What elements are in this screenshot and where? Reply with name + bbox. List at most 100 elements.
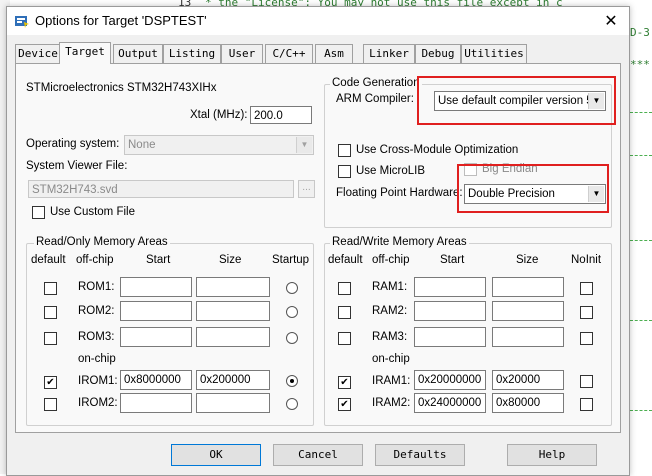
- ram1-label: RAM1:: [372, 281, 408, 293]
- ram2-size-input[interactable]: [492, 301, 564, 321]
- irom2-default-checkbox[interactable]: [44, 398, 57, 411]
- irom1-startup-radio[interactable]: [286, 375, 298, 387]
- rom-header-start: Start: [146, 254, 171, 266]
- os-value: None: [128, 139, 156, 151]
- irom2-start-input[interactable]: [120, 393, 192, 413]
- title-bar: Options for Target 'DSPTEST' ✕: [7, 7, 629, 35]
- rom1-label: ROM1:: [78, 281, 115, 293]
- irom1-label: IROM1:: [78, 375, 118, 387]
- ram1-noinit-checkbox[interactable]: [580, 282, 593, 295]
- rom2-default-checkbox[interactable]: [44, 306, 57, 319]
- irom1-size-input[interactable]: 0x200000: [196, 370, 270, 390]
- iram1-default-checkbox[interactable]: ✔: [338, 376, 351, 389]
- ram3-noinit-checkbox[interactable]: [580, 332, 593, 345]
- fpu-label: Floating Point Hardware:: [336, 187, 463, 199]
- rom2-startup-radio[interactable]: [286, 306, 298, 318]
- xtal-input[interactable]: 200.0: [250, 106, 312, 124]
- iram1-start-input[interactable]: 0x20000000: [414, 370, 486, 390]
- tab-linker[interactable]: Linker: [363, 44, 415, 63]
- rom-header-size: Size: [219, 254, 242, 266]
- ram3-size-input[interactable]: [492, 327, 564, 347]
- device-name: STMicroelectronics STM32H743XIHx: [26, 82, 217, 94]
- rom-header-default: default: [31, 254, 66, 266]
- rom3-default-checkbox[interactable]: [44, 332, 57, 345]
- irom1-start-input[interactable]: 0x8000000: [120, 370, 192, 390]
- rom3-startup-radio[interactable]: [286, 332, 298, 344]
- rom3-size-input[interactable]: [196, 327, 270, 347]
- ram1-size-input[interactable]: [492, 277, 564, 297]
- iram2-start-input[interactable]: 0x24000000: [414, 393, 486, 413]
- target-tab-panel: STMicroelectronics STM32H743XIHx Xtal (M…: [15, 63, 621, 433]
- use-custom-file-checkbox[interactable]: [32, 206, 45, 219]
- code-generation-title: Code Generation: [330, 77, 422, 89]
- ram2-start-input[interactable]: [414, 301, 486, 321]
- defaults-button[interactable]: Defaults: [375, 444, 465, 466]
- ram3-label: RAM3:: [372, 331, 408, 343]
- help-button[interactable]: Help: [507, 444, 597, 466]
- tab-device[interactable]: Device: [15, 44, 61, 63]
- tab-listing[interactable]: Listing: [163, 44, 221, 63]
- svd-label: System Viewer File:: [26, 160, 128, 172]
- rom-header-offchip: off-chip: [76, 254, 114, 266]
- rom-group-title: Read/Only Memory Areas: [34, 236, 170, 248]
- rom-header-startup: Startup: [272, 254, 310, 266]
- irom2-label: IROM2:: [78, 397, 118, 409]
- rom2-size-input[interactable]: [196, 301, 270, 321]
- iram1-noinit-checkbox[interactable]: [580, 375, 593, 388]
- close-icon[interactable]: ✕: [601, 11, 621, 31]
- tab-c-cpp[interactable]: C/C++: [265, 44, 313, 63]
- cancel-button[interactable]: Cancel: [273, 444, 363, 466]
- iram2-label: IRAM2:: [372, 397, 411, 409]
- rom3-start-input[interactable]: [120, 327, 192, 347]
- rom1-size-input[interactable]: [196, 277, 270, 297]
- ram-header-start: Start: [440, 254, 465, 266]
- arm-compiler-label: ARM Compiler:: [336, 93, 414, 105]
- iram2-default-checkbox[interactable]: ✔: [338, 398, 351, 411]
- ram-header-size: Size: [516, 254, 539, 266]
- ram1-start-input[interactable]: [414, 277, 486, 297]
- tab-debug[interactable]: Debug: [415, 44, 461, 63]
- xtal-label: Xtal (MHz):: [190, 109, 248, 121]
- irom2-startup-radio[interactable]: [286, 398, 298, 410]
- ram-onchip-label: on-chip: [372, 353, 410, 365]
- window-title: Options for Target 'DSPTEST': [35, 13, 207, 28]
- rom1-start-input[interactable]: [120, 277, 192, 297]
- iram2-size-input[interactable]: 0x80000: [492, 393, 564, 413]
- tab-target[interactable]: Target: [59, 42, 111, 64]
- os-select[interactable]: None ▼: [124, 135, 314, 155]
- os-label: Operating system:: [26, 138, 120, 150]
- cross-module-checkbox[interactable]: [338, 144, 351, 157]
- rom2-start-input[interactable]: [120, 301, 192, 321]
- ram2-default-checkbox[interactable]: [338, 306, 351, 319]
- ok-button[interactable]: OK: [171, 444, 261, 466]
- iram1-size-input[interactable]: 0x20000: [492, 370, 564, 390]
- svd-browse-button[interactable]: ...: [298, 180, 315, 198]
- svd-input[interactable]: STM32H743.svd: [28, 180, 294, 198]
- ram2-noinit-checkbox[interactable]: [580, 306, 593, 319]
- tab-user[interactable]: User: [221, 44, 263, 63]
- fpu-highlight-box: [457, 164, 609, 213]
- use-custom-file-label: Use Custom File: [50, 206, 135, 218]
- rom1-startup-radio[interactable]: [286, 282, 298, 294]
- cross-module-label: Use Cross-Module Optimization: [356, 144, 519, 156]
- ram1-default-checkbox[interactable]: [338, 282, 351, 295]
- dash-line: [630, 112, 652, 114]
- microlib-checkbox[interactable]: [338, 165, 351, 178]
- tab-asm[interactable]: Asm: [315, 44, 353, 63]
- iram2-noinit-checkbox[interactable]: [580, 398, 593, 411]
- rom2-label: ROM2:: [78, 305, 115, 317]
- ram2-label: RAM2:: [372, 305, 408, 317]
- rom3-label: ROM3:: [78, 331, 115, 343]
- iram1-label: IRAM1:: [372, 375, 411, 387]
- ram3-default-checkbox[interactable]: [338, 332, 351, 345]
- tab-utilities[interactable]: Utilities: [461, 44, 527, 63]
- dash-line: [630, 320, 652, 322]
- chevron-down-icon: ▼: [296, 137, 312, 153]
- irom1-default-checkbox[interactable]: ✔: [44, 376, 57, 389]
- code-stars: ***: [630, 58, 650, 71]
- ram-header-offchip: off-chip: [372, 254, 410, 266]
- rom1-default-checkbox[interactable]: [44, 282, 57, 295]
- tab-output[interactable]: Output: [113, 44, 163, 63]
- ram3-start-input[interactable]: [414, 327, 486, 347]
- irom2-size-input[interactable]: [196, 393, 270, 413]
